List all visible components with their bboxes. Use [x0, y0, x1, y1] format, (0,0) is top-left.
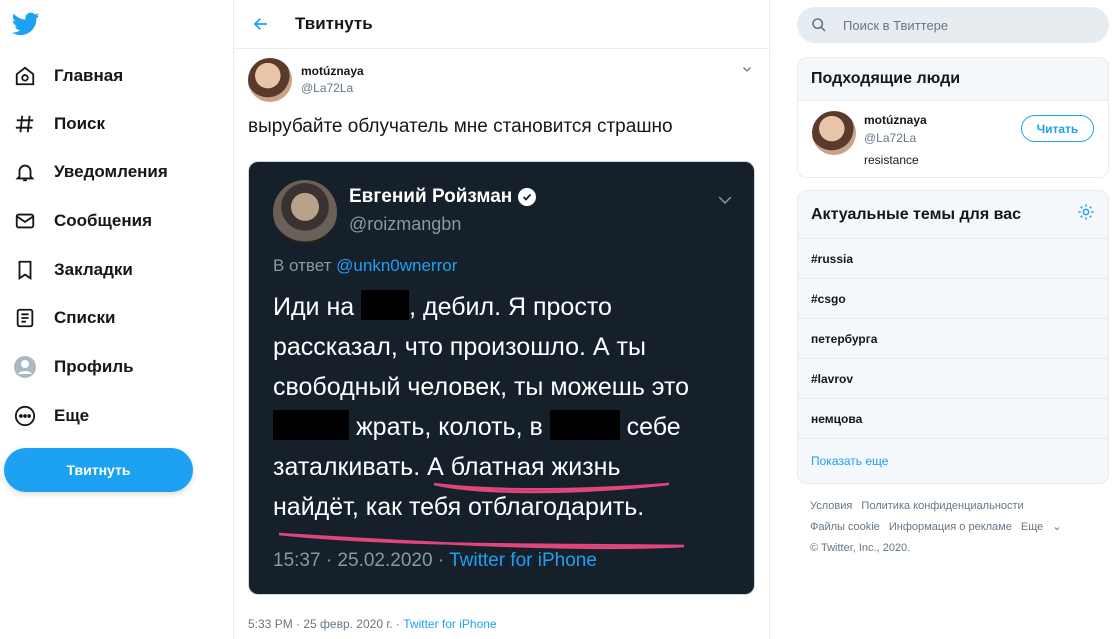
embedded-time: 15:37 · 25.02.2020 · [273, 550, 450, 571]
footer-link-privacy[interactable]: Политика конфиденциальности [861, 500, 1023, 512]
nav-label: Сообщения [54, 211, 152, 230]
tweet-text: вырубайте облучатель мне становится стра… [248, 116, 673, 137]
profile-icon [12, 354, 38, 380]
embedded-handle: @roizmangbn [349, 214, 462, 234]
embedded-avatar [273, 180, 337, 244]
nav-profile[interactable]: Профиль [12, 347, 134, 387]
redaction-bar [361, 290, 410, 321]
nav-more[interactable]: Еще [12, 396, 89, 436]
redaction-bar [549, 410, 620, 441]
home-icon [12, 63, 38, 89]
trend-item[interactable]: #lavrov [798, 359, 1108, 399]
footer-link-more[interactable]: Еще ⌄ [1021, 521, 1068, 533]
nav-lists[interactable]: Списки [12, 298, 115, 338]
embedded-source: Twitter for iPhone [449, 550, 597, 571]
nav-messages[interactable]: Сообщения [12, 201, 152, 241]
trend-item[interactable]: #russia [798, 239, 1108, 279]
column-header: Твитнуть [234, 0, 769, 49]
author-name[interactable]: motúznaya [301, 64, 364, 78]
embedded-footer: 15:37 · 25.02.2020 · Twitter for iPhone [273, 550, 597, 572]
redaction-bar [273, 410, 349, 441]
nav-label: Еще [54, 406, 90, 425]
settings-gear-icon[interactable] [1077, 203, 1095, 226]
trend-item[interactable]: петербургa [798, 319, 1108, 359]
show-more-link[interactable]: Показать еще [798, 439, 1108, 483]
search-input[interactable]: Поиск в Твиттере [843, 18, 948, 33]
trends-panel: Актуальные темы для вас #russia #csgo пе… [797, 190, 1109, 484]
author-handle[interactable]: @La72La [301, 81, 364, 95]
nav-home[interactable]: Главная [12, 56, 123, 96]
embedded-line: рассказал, что произошло. А ты [273, 333, 646, 361]
back-arrow-icon[interactable] [251, 14, 271, 34]
bell-icon [12, 159, 38, 185]
footer-link-ads-info[interactable]: Информация о рекламе [889, 521, 1012, 533]
embedded-line: найдёт, как тебя отблагодарить. [273, 493, 645, 521]
avatar[interactable] [248, 58, 292, 102]
nav-label: Профиль [54, 357, 134, 376]
tweet-author[interactable]: motúznaya @La72La [248, 58, 364, 102]
embedded-line: , дебил. Я просто [409, 293, 612, 321]
footer-link-cookies[interactable]: Файлы cookie [810, 521, 880, 533]
page-title: Твитнуть [295, 14, 373, 33]
follow-button[interactable]: Читать [1021, 115, 1094, 142]
twitter-logo-icon[interactable] [11, 10, 40, 38]
footer-link-terms[interactable]: Условия [810, 500, 852, 512]
reply-prefix: В ответ [273, 256, 337, 275]
tweet-meta: 5:33 PM · 25 февр. 2020 г. · Twitter for… [248, 617, 497, 631]
suggested-user-bio: resistance [864, 153, 919, 167]
reply-mention: @unkn0wnerror [336, 256, 458, 275]
embedded-reply-to: В ответ @unkn0wnerror [273, 256, 457, 276]
copyright: © Twitter, Inc., 2020. [810, 542, 911, 554]
embedded-line: свободный человек, ты можешь это [273, 373, 690, 401]
embedded-chevron-icon [718, 192, 732, 204]
who-to-follow-panel: Подходящие люди motúznaya @La72La resist… [797, 57, 1109, 178]
nav-search[interactable]: Поиск [12, 104, 105, 144]
nav-label: Главная [54, 66, 124, 85]
nav-label: Списки [54, 308, 116, 327]
hashtag-icon [12, 111, 38, 137]
tweet-source-link[interactable]: Twitter for iPhone [403, 617, 496, 631]
tweet-media-image[interactable]: Евгений Ройзман @roizmangbn В ответ @unk… [248, 161, 755, 595]
left-nav: Главная Поиск Уведомления Сообщения Закл… [0, 0, 233, 639]
suggested-user[interactable]: motúznaya @La72La resistance Читать [798, 101, 1108, 177]
chevron-down-icon[interactable] [741, 62, 753, 74]
embedded-line: жрать, колоть, в [349, 413, 550, 441]
nav-label: Уведомления [54, 162, 168, 181]
list-icon [12, 305, 38, 331]
nav-label: Поиск [54, 114, 106, 133]
who-to-follow-title: Подходящие люди [811, 70, 961, 87]
embedded-line: себе [619, 413, 681, 441]
trend-item[interactable]: #csgo [798, 279, 1108, 319]
nav-bookmarks[interactable]: Закладки [12, 250, 133, 290]
embedded-text: Иди на , дебил. Я просто рассказал, что … [273, 287, 743, 527]
embedded-line: заталкивать. А блатная жизнь [273, 453, 621, 481]
bookmark-icon [12, 257, 38, 283]
embedded-line: Иди на [273, 293, 362, 321]
search-bar[interactable]: Поиск в Твиттере [797, 7, 1109, 43]
more-icon [12, 403, 38, 429]
tweet-timestamp[interactable]: 5:33 PM · 25 февр. 2020 г. · [248, 617, 403, 631]
nav-notifications[interactable]: Уведомления [12, 152, 168, 192]
trend-item[interactable]: немцова [798, 399, 1108, 439]
embedded-name-text: Евгений Ройзман [349, 186, 513, 207]
main-column: Твитнуть motúznaya @La72La вырубайте обл… [233, 0, 770, 639]
footer-more-label: Еще [1020, 521, 1044, 533]
nav-label: Закладки [54, 260, 133, 279]
mail-icon [12, 208, 38, 234]
embedded-author-name: Евгений Ройзман [349, 186, 537, 208]
suggested-user-handle[interactable]: @La72La [864, 131, 916, 145]
suggested-user-name[interactable]: motúznaya [864, 113, 927, 127]
footer-links: Условия Политика конфиденциальности Файл… [810, 496, 1100, 559]
search-icon [811, 17, 827, 33]
panel-title: Подходящие люди [798, 58, 1108, 101]
verified-badge-icon [518, 188, 537, 206]
avatar[interactable] [812, 111, 856, 155]
chevron-down-icon: ⌄ [1052, 521, 1062, 533]
compose-tweet-button[interactable]: Твитнуть [4, 448, 193, 492]
panel-title: Актуальные темы для вас [798, 191, 1108, 239]
trends-title: Актуальные темы для вас [811, 205, 1022, 223]
